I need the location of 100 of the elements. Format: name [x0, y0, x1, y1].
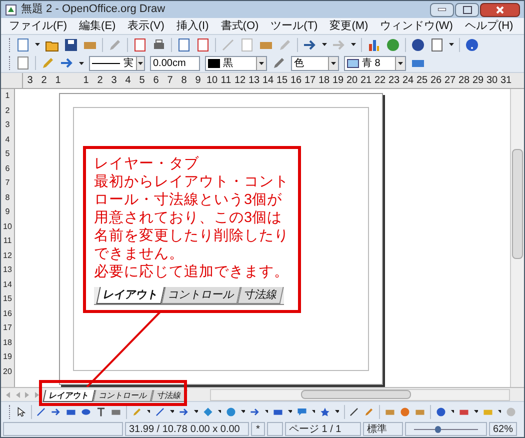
caret-icon[interactable]	[449, 43, 454, 46]
callout-text-line: 最初からレイアウト・コント	[94, 173, 289, 191]
close-button[interactable]	[480, 2, 520, 16]
layer-tab[interactable]: レイアウト	[96, 287, 165, 304]
ruler-number: 6	[152, 74, 160, 88]
ruler-number: 15	[3, 293, 12, 305]
caret-icon[interactable]	[498, 410, 502, 413]
ruler-number: 9	[194, 74, 202, 88]
caret-icon[interactable]	[218, 410, 222, 413]
zoom-percent: 62%	[489, 422, 517, 436]
ruler-number: 9	[5, 206, 10, 218]
caret-icon[interactable]	[312, 410, 316, 413]
color-swatch	[347, 58, 359, 68]
text-icon[interactable]	[96, 404, 106, 418]
ruler-number: 1	[54, 74, 62, 88]
ruler-number: 8	[180, 74, 188, 88]
menu-item[interactable]: ウィンドウ(W)	[380, 18, 453, 34]
area-style-dropdown[interactable]: 色	[291, 56, 339, 70]
chart-icon[interactable]	[367, 38, 381, 52]
window-title: 無題 2 - OpenOffice.org Draw	[21, 2, 166, 18]
zoom-slider[interactable]	[405, 422, 487, 436]
ruler-number: 30	[485, 74, 499, 88]
callout-text-line: レイヤー・タブ	[94, 155, 199, 173]
line-color-dropdown[interactable]: 黒	[205, 56, 267, 70]
area-fill-dropdown[interactable]: 青 8	[344, 56, 406, 70]
layer-tab[interactable]: コントロール	[161, 287, 241, 304]
caret-icon[interactable]	[146, 410, 150, 413]
maximize-button[interactable]	[455, 2, 479, 16]
ruler-number: 10	[3, 220, 12, 232]
ruler-number: 2	[40, 74, 48, 88]
ruler-number: 16	[3, 308, 12, 320]
slider-thumb[interactable]	[435, 426, 441, 433]
ruler-number: 16	[289, 74, 303, 88]
menu-item[interactable]: ファイル(F)	[9, 18, 68, 34]
print-icon[interactable]	[152, 38, 166, 52]
menu-item[interactable]: ツール(T)	[270, 18, 318, 34]
maximize-icon	[462, 6, 472, 14]
caret-icon[interactable]	[194, 410, 198, 413]
help-icon[interactable]	[465, 38, 479, 52]
select-pointer-icon[interactable]	[16, 404, 26, 418]
ruler-number: 19	[331, 74, 345, 88]
caret-icon[interactable]	[288, 410, 292, 413]
color-swatch	[208, 58, 220, 68]
ruler-number: 19	[3, 351, 12, 363]
caret-icon[interactable]	[351, 43, 356, 46]
menu-item[interactable]: 挿入(I)	[176, 18, 209, 34]
caret-icon[interactable]	[170, 410, 174, 413]
caret-icon[interactable]	[335, 410, 339, 413]
ruler-number: 8	[5, 192, 10, 204]
app-icon	[5, 4, 17, 16]
minimize-button[interactable]	[430, 2, 454, 16]
ruler-number: 10	[205, 74, 219, 88]
ruler-number: 31	[499, 74, 513, 88]
menu-item[interactable]: 書式(O)	[220, 18, 259, 34]
caret-icon[interactable]	[241, 410, 245, 413]
ruler-number: 3	[5, 119, 10, 131]
menu-item[interactable]: 表示(V)	[128, 18, 164, 34]
ruler-number: 12	[233, 74, 247, 88]
layer-tab[interactable]: 寸法線	[237, 287, 284, 304]
caret-icon[interactable]	[398, 62, 403, 64]
ruler-number: 12	[3, 250, 12, 262]
ruler-number: 22	[373, 74, 387, 88]
ruler-number: 1	[5, 90, 10, 102]
caret-icon[interactable]	[331, 62, 336, 64]
ruler-number: 4	[5, 134, 10, 146]
layer-tab[interactable]: レイアウト	[42, 390, 96, 402]
caret-icon[interactable]	[259, 62, 264, 64]
caret-icon[interactable]	[138, 62, 144, 64]
ruler-number: 7	[166, 74, 174, 88]
scroll-thumb[interactable]	[512, 149, 523, 259]
caret-icon[interactable]	[35, 43, 40, 46]
line-width-field[interactable]: 0.00cm	[150, 56, 200, 70]
ruler-number: 13	[247, 74, 261, 88]
caret-icon[interactable]	[79, 62, 84, 64]
layer-tab[interactable]: コントロール	[92, 390, 154, 402]
minimize-icon	[438, 8, 446, 11]
arrow-style-icon[interactable]	[60, 56, 74, 70]
ruler-number: 3	[26, 74, 34, 88]
line-style-dropdown[interactable]: 実	[89, 56, 145, 70]
save-icon[interactable]	[64, 38, 78, 52]
scroll-thumb[interactable]	[301, 390, 411, 399]
ruler-number: 15	[275, 74, 289, 88]
ruler-number: 23	[387, 74, 401, 88]
caret-icon[interactable]	[322, 43, 327, 46]
ruler-number: 14	[3, 278, 12, 290]
menu-item[interactable]: ヘルプ(H)	[464, 18, 514, 34]
menu-item[interactable]: 編集(E)	[79, 18, 116, 34]
ruler-number: 20	[3, 366, 12, 378]
caret-icon[interactable]	[450, 410, 454, 413]
caret-icon[interactable]	[264, 410, 268, 413]
page-style: 標準	[363, 422, 403, 436]
position-text: 31.99 / 10.78	[129, 422, 188, 436]
new-document-icon[interactable]	[16, 38, 30, 52]
menu-item[interactable]: 変更(M)	[330, 18, 368, 34]
ruler-number: 4	[124, 74, 132, 88]
caret-icon[interactable]	[474, 410, 478, 413]
ruler-number: 5	[5, 148, 10, 160]
page-number: ページ 1 / 1	[285, 422, 361, 436]
ruler-number: 6	[5, 162, 10, 174]
undo-icon[interactable]	[303, 38, 317, 52]
